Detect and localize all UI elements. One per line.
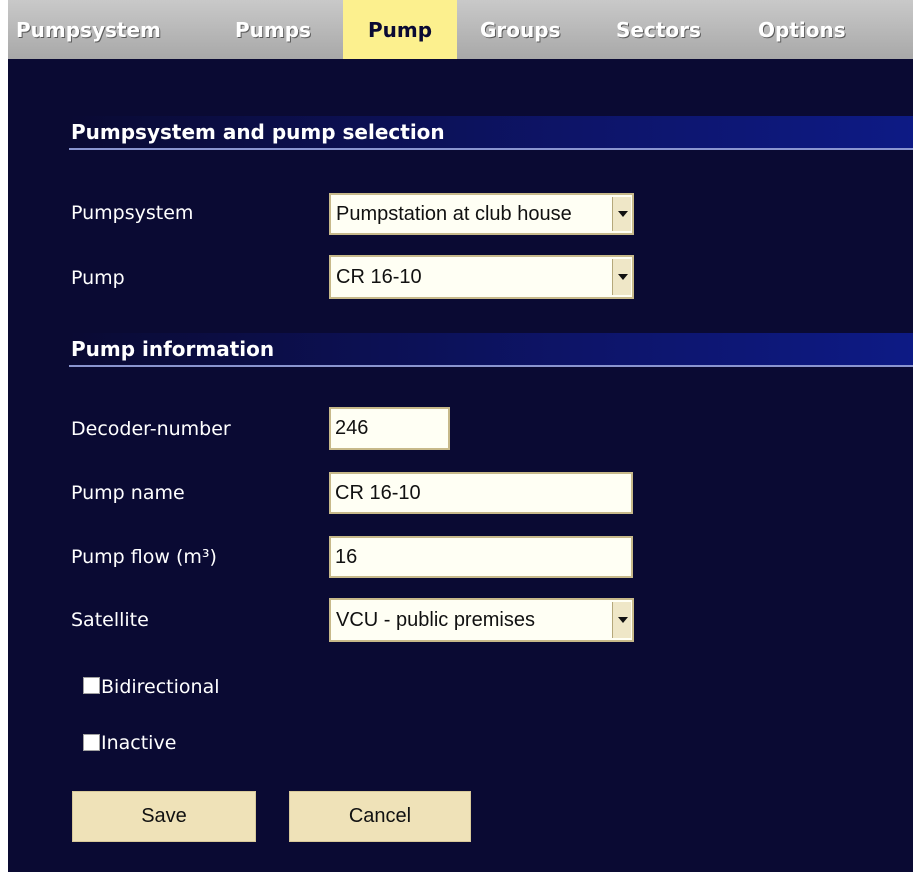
tab-groups[interactable]: Groups (480, 0, 560, 59)
decoder-number-label: Decoder-number (71, 418, 231, 440)
pump-selected-value: CR 16-10 (336, 266, 422, 288)
pumpsystem-label: Pumpsystem (71, 202, 194, 224)
bidirectional-label[interactable]: Bidirectional (101, 676, 220, 698)
pumpsystem-select[interactable]: Pumpstation at club house (329, 193, 634, 235)
pumpsystem-selected-value: Pumpstation at club house (336, 203, 572, 225)
cancel-button[interactable]: Cancel (289, 791, 471, 842)
section-header-info: Pump information (69, 333, 913, 367)
tab-options[interactable]: Options (758, 0, 846, 59)
satellite-select[interactable]: VCU - public premises (329, 598, 634, 642)
pump-label: Pump (71, 267, 125, 289)
inactive-checkbox[interactable] (83, 734, 100, 751)
inactive-label[interactable]: Inactive (101, 732, 176, 754)
tab-pumpsystem[interactable]: Pumpsystem (16, 0, 161, 59)
pump-name-input[interactable]: CR 16-10 (329, 472, 633, 514)
tab-bar: Pumpsystem Pumps Pump Groups Sectors Opt… (8, 0, 913, 59)
pump-select[interactable]: CR 16-10 (329, 255, 634, 299)
satellite-selected-value: VCU - public premises (336, 609, 535, 631)
pump-name-label: Pump name (71, 482, 185, 504)
decoder-number-input[interactable]: 246 (329, 407, 450, 450)
satellite-label: Satellite (71, 609, 149, 631)
chevron-down-icon[interactable] (612, 197, 631, 231)
save-button[interactable]: Save (72, 791, 256, 842)
section-header-selection: Pumpsystem and pump selection (69, 116, 913, 150)
section-title-selection: Pumpsystem and pump selection (71, 120, 445, 144)
bidirectional-checkbox[interactable] (83, 677, 100, 694)
tab-sectors[interactable]: Sectors (616, 0, 701, 59)
pump-settings-panel: Pumpsystem Pumps Pump Groups Sectors Opt… (8, 0, 913, 872)
chevron-down-icon[interactable] (612, 259, 631, 295)
section-title-info: Pump information (71, 337, 275, 361)
tab-pump[interactable]: Pump (343, 0, 457, 59)
pump-flow-label: Pump flow (m³) (71, 546, 217, 568)
tab-pumps[interactable]: Pumps (235, 0, 311, 59)
chevron-down-icon[interactable] (612, 602, 631, 638)
pump-flow-input[interactable]: 16 (329, 536, 633, 578)
